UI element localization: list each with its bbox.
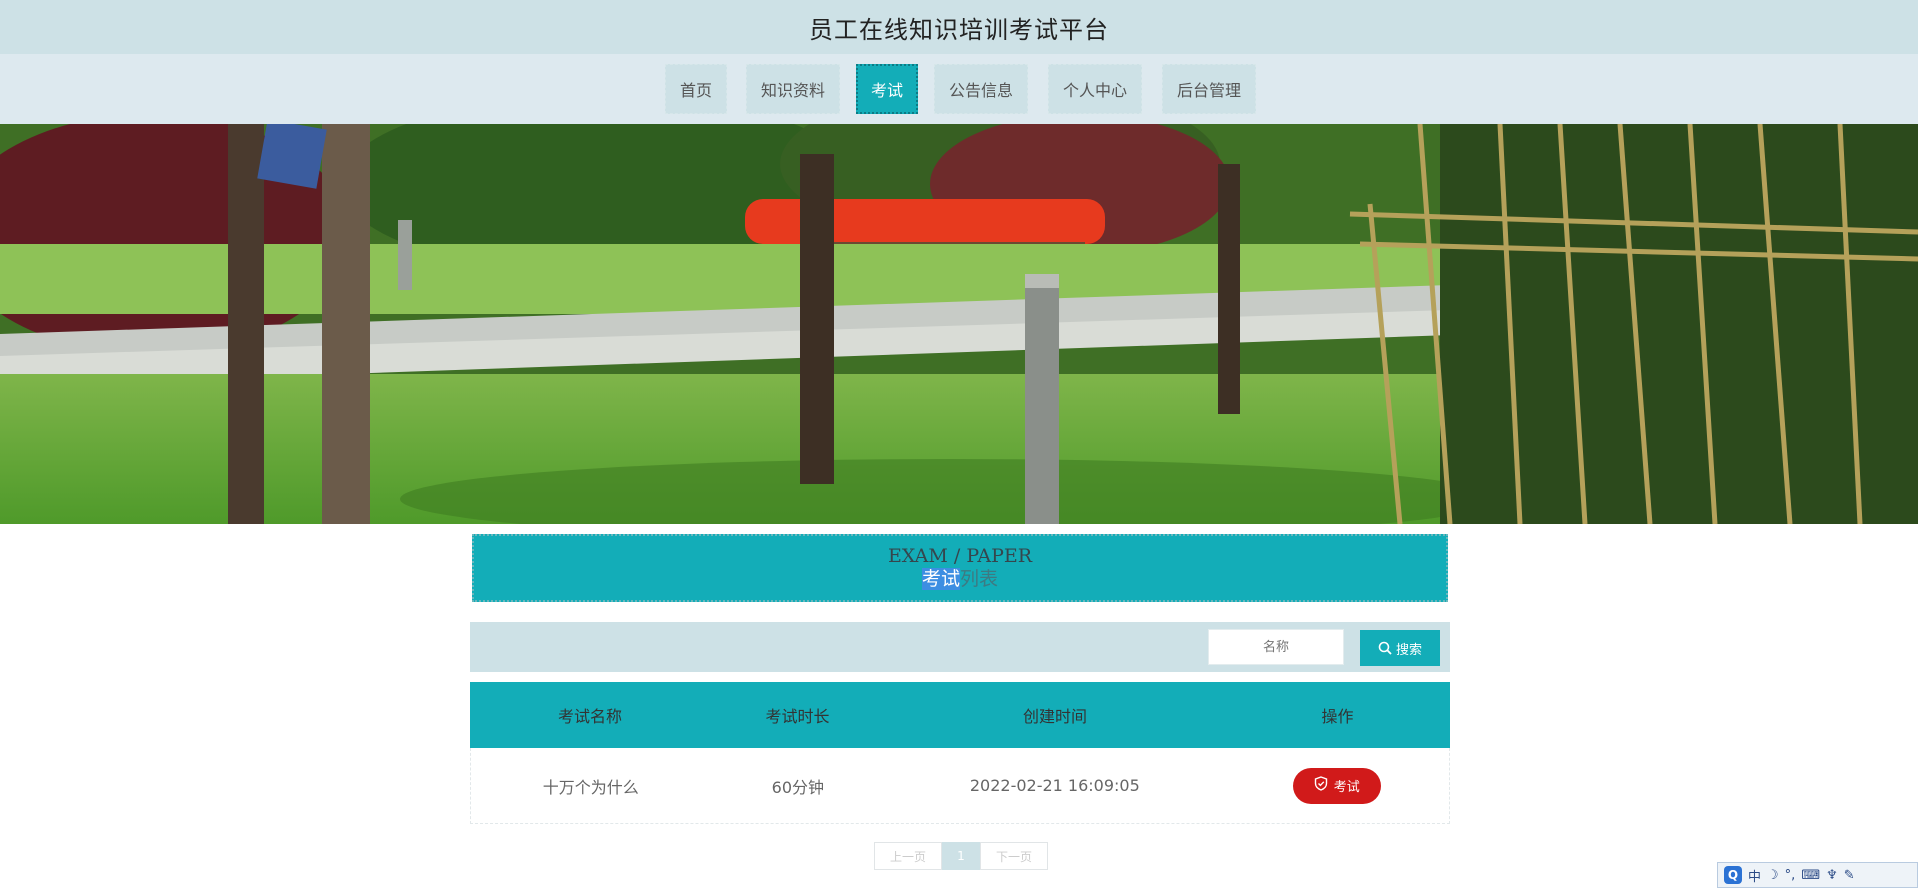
moon-icon[interactable]: ☽ [1767, 868, 1779, 883]
header-en-title: EXAM / PAPER [887, 545, 1033, 567]
punctuation-icon[interactable]: °, [1785, 868, 1796, 883]
search-input[interactable] [1208, 629, 1344, 665]
pagination: 上一页 1 下一页 [874, 842, 1048, 872]
search-bar: 搜索 [470, 622, 1450, 672]
ime-mode-label[interactable]: 中 [1748, 866, 1761, 885]
nav-item-home[interactable]: 首页 [665, 64, 727, 114]
search-button-label: 搜索 [1395, 642, 1422, 658]
shield-check-icon [1314, 776, 1328, 795]
table-header-row: 考试名称 考试时长 创建时间 操作 [470, 682, 1450, 748]
main-nav: 首页 知识资料 考试 公告信息 个人中心 后台管理 [0, 54, 1918, 124]
take-exam-label: 考试 [1333, 780, 1360, 795]
top-header: 员工在线知识培训考试平台 [0, 0, 1918, 54]
cell-action: 考试 [1224, 767, 1449, 804]
wrench-icon[interactable]: ✎ [1844, 868, 1855, 883]
exam-list-header: EXAM / PAPER 考试列表 [472, 534, 1448, 602]
keyboard-icon[interactable]: ⌨ [1801, 868, 1820, 883]
nav-item-profile[interactable]: 个人中心 [1048, 64, 1142, 114]
col-header-duration: 考试时长 [765, 707, 830, 726]
tools-icon[interactable]: ♆ [1826, 868, 1838, 883]
nav-item-knowledge[interactable]: 知识资料 [746, 64, 840, 114]
cell-duration: 60分钟 [771, 777, 825, 797]
prev-page-button[interactable]: 上一页 [874, 842, 942, 870]
table-row: 十万个为什么 60分钟 2022-02-21 16:09:05 考试 [470, 748, 1450, 824]
page-number-current[interactable]: 1 [942, 842, 980, 870]
ime-logo-icon: Q [1724, 866, 1742, 884]
search-icon [1378, 641, 1392, 655]
nav-item-exam[interactable]: 考试 [856, 64, 918, 114]
col-header-action: 操作 [1321, 707, 1354, 726]
header-cn-rest: 列表 [960, 568, 999, 590]
nav-item-admin[interactable]: 后台管理 [1162, 64, 1256, 114]
search-button[interactable]: 搜索 [1360, 630, 1440, 666]
cell-created-time: 2022-02-21 16:09:05 [969, 776, 1140, 795]
header-cn-title: 考试列表 [921, 567, 999, 591]
exam-table: 考试名称 考试时长 创建时间 操作 十万个为什么 60分钟 2022-02-21… [470, 682, 1450, 824]
site-title: 员工在线知识培训考试平台 [809, 15, 1109, 44]
col-header-name: 考试名称 [557, 707, 622, 726]
col-header-created: 创建时间 [1022, 707, 1087, 726]
nav-item-notice[interactable]: 公告信息 [934, 64, 1028, 114]
ime-toolbar[interactable]: Q 中 ☽ °, ⌨ ♆ ✎ [1717, 862, 1918, 888]
next-page-button[interactable]: 下一页 [980, 842, 1048, 870]
header-cn-selected: 考试 [921, 568, 960, 590]
banner-image [0, 124, 1918, 524]
cell-exam-name: 十万个为什么 [542, 777, 639, 797]
take-exam-button[interactable]: 考试 [1292, 767, 1381, 804]
